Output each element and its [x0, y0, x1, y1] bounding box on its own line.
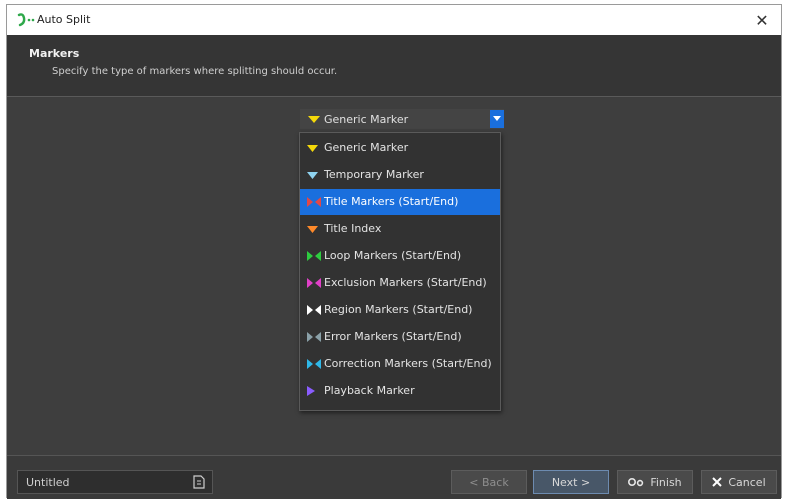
auto-split-dialog: Auto Split ✕ Markers Specify the type of… [6, 4, 782, 499]
finish-button[interactable]: Finish [617, 470, 693, 494]
dropdown-item-label: Exclusion Markers (Start/End) [324, 276, 487, 289]
marker-type-dropdown-list: Generic Marker Temporary Marker Title Mark… [299, 132, 501, 411]
content-area: Generic Marker Generic Marker Temporary M… [7, 98, 781, 455]
close-icon [712, 477, 723, 487]
dropdown-arrow-button[interactable] [490, 110, 504, 128]
next-button[interactable]: Next > [533, 470, 609, 494]
cancel-button-label: Cancel [728, 475, 766, 489]
page-subtitle: Specify the type of markers where splitt… [52, 66, 338, 77]
dropdown-item-label: Loop Markers (Start/End) [324, 249, 462, 262]
wizard-footer: < Back Next > Finish Cancel [7, 455, 781, 499]
dropdown-item[interactable]: Loop Markers (Start/End) [300, 243, 500, 269]
dropdown-item[interactable]: Temporary Marker [300, 162, 500, 188]
marker-start-end-icon [307, 305, 321, 315]
dropdown-item[interactable]: Title Markers (Start/End) [300, 189, 500, 215]
dropdown-item[interactable]: Correction Markers (Start/End) [300, 351, 500, 377]
wizard-header: Markers Specify the type of markers wher… [7, 35, 781, 97]
title-bar: Auto Split ✕ [7, 5, 781, 35]
window-title: Auto Split [37, 13, 91, 26]
close-icon[interactable]: ✕ [751, 9, 773, 31]
back-button-label: < Back [469, 475, 509, 489]
finish-button-label: Finish [650, 475, 682, 489]
chevron-down-icon [493, 116, 501, 121]
app-icon [17, 13, 35, 27]
marker-down-triangle-icon [307, 144, 318, 152]
dropdown-item-label: Title Index [324, 222, 382, 235]
marker-right-triangle-icon [307, 386, 315, 396]
dropdown-item[interactable]: Title Index [300, 216, 500, 242]
dropdown-item-label: Correction Markers (Start/End) [324, 357, 492, 370]
dropdown-item-label: Region Markers (Start/End) [324, 303, 473, 316]
marker-start-end-icon [307, 359, 321, 369]
marker-down-triangle-icon [307, 171, 318, 179]
dropdown-item-label: Temporary Marker [324, 168, 424, 181]
marker-start-end-icon [307, 332, 321, 342]
next-button-label: Next > [551, 475, 591, 489]
marker-start-end-icon [307, 251, 321, 261]
marker-start-end-icon [307, 278, 321, 288]
dropdown-item[interactable]: Exclusion Markers (Start/End) [300, 270, 500, 296]
dropdown-item[interactable]: Region Markers (Start/End) [300, 297, 500, 323]
cancel-button[interactable]: Cancel [701, 470, 777, 494]
dropdown-item-label: Playback Marker [324, 384, 415, 397]
file-icon[interactable] [193, 475, 205, 489]
dropdown-item[interactable]: Error Markers (Start/End) [300, 324, 500, 350]
marker-down-triangle-icon [307, 225, 318, 233]
page-title: Markers [29, 47, 80, 60]
marker-type-select-value: Generic Marker [324, 113, 409, 126]
marker-type-select[interactable]: Generic Marker [299, 108, 505, 130]
finish-icon [628, 478, 644, 487]
dropdown-item[interactable]: Playback Marker [300, 378, 500, 404]
dropdown-item-label: Error Markers (Start/End) [324, 330, 462, 343]
back-button[interactable]: < Back [451, 470, 527, 494]
dropdown-item[interactable]: Generic Marker [300, 135, 500, 161]
dropdown-item-label: Title Markers (Start/End) [324, 195, 459, 208]
marker-start-end-icon [307, 197, 321, 207]
generic-marker-icon [308, 116, 320, 123]
dropdown-item-label: Generic Marker [324, 141, 409, 154]
preset-name-input[interactable] [17, 470, 213, 494]
